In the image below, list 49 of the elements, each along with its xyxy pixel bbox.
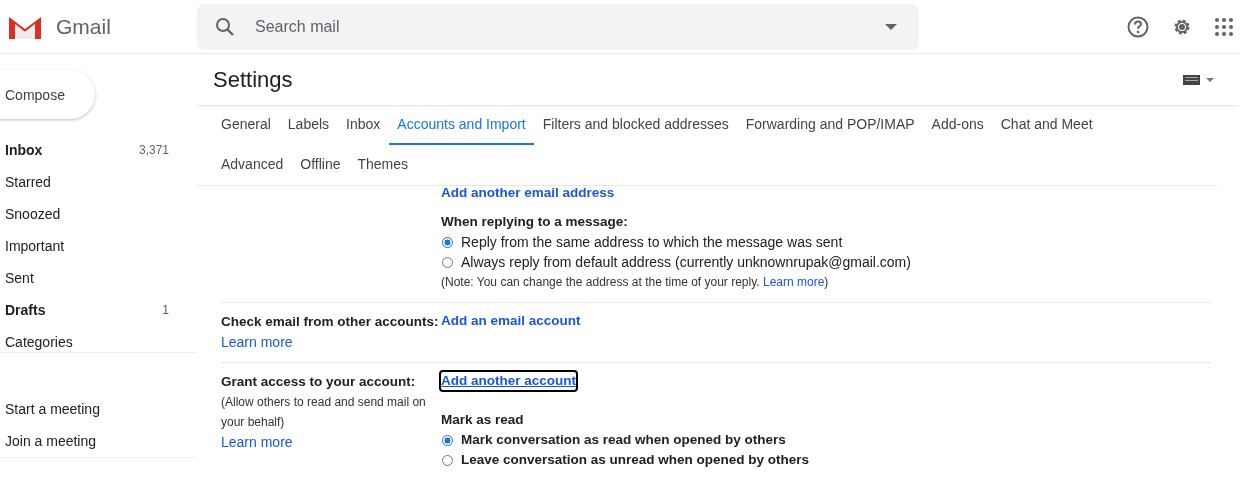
settings-tab[interactable]: Advanced xyxy=(213,145,292,185)
keyboard-icon[interactable] xyxy=(1183,74,1200,85)
learn-more-link[interactable]: Learn more xyxy=(221,332,293,352)
settings-tab[interactable]: Chat and Meet xyxy=(992,105,1101,145)
settings-tab[interactable]: Offline xyxy=(292,145,349,185)
settings-tab[interactable]: Filters and blocked addresses xyxy=(534,105,737,145)
search-field[interactable]: Search mail xyxy=(253,16,867,37)
learn-more-link[interactable]: Learn more xyxy=(763,275,825,289)
sidebar-item[interactable]: Categories xyxy=(0,326,197,352)
section-note: (Allow others to read and send mail on your behalf) xyxy=(221,394,427,431)
learn-more-link[interactable]: Learn more xyxy=(221,432,293,452)
sidebar-item[interactable]: Inbox 3,371 xyxy=(0,134,197,166)
dropdown-caret-icon[interactable] xyxy=(885,23,897,30)
settings-tab[interactable]: Inbox xyxy=(338,105,389,145)
settings-tab[interactable]: General xyxy=(213,105,279,145)
option-heading: Mark as read xyxy=(441,411,525,429)
radio-button[interactable] xyxy=(442,434,453,446)
meet-item[interactable]: Join a meeting xyxy=(0,425,197,457)
option-label: Always reply from default address (currently unknownrupak@gmail.com) xyxy=(461,253,911,272)
meet-item[interactable]: Start a meeting xyxy=(0,393,197,425)
settings-tab[interactable]: Forwarding and POP/IMAP xyxy=(737,105,923,145)
option-label: Reply from the same address to which the message was sent xyxy=(461,233,843,252)
compose-button[interactable]: Compose xyxy=(0,70,95,119)
option-label: Leave conversation as unread when opened by others xyxy=(461,451,810,469)
option-label: Mark conversation as read when opened by others xyxy=(461,431,786,449)
sidebar-item[interactable]: Drafts 1 xyxy=(0,294,197,326)
app-name: Gmail xyxy=(56,14,111,39)
search-icon xyxy=(215,16,235,37)
radio-button[interactable] xyxy=(442,236,453,248)
sidebar-item[interactable]: Important xyxy=(0,230,197,262)
section-label: Grant access to your account: xyxy=(221,373,417,391)
section-label: Check email from other accounts: xyxy=(221,313,440,331)
add-account-link[interactable]: Add another email address xyxy=(441,186,615,202)
search-bar[interactable]: Search mail xyxy=(197,3,919,50)
sidebar-item[interactable]: Snoozed xyxy=(0,198,197,230)
dropdown-caret-icon[interactable] xyxy=(1206,77,1214,82)
sidebar-item[interactable]: Sent xyxy=(0,262,197,294)
help-icon[interactable] xyxy=(1127,15,1149,38)
add-account-link[interactable]: Add another account xyxy=(441,372,576,390)
settings-tab[interactable]: Accounts and Import xyxy=(389,105,534,145)
settings-tab[interactable]: Labels xyxy=(279,105,338,145)
note-text: (Note: You can change the address at the time of your reply. Learn more) xyxy=(441,274,830,291)
apps-grid-icon[interactable] xyxy=(1215,17,1233,36)
settings-tab[interactable]: Add-ons xyxy=(923,105,992,145)
sidebar-item[interactable]: Starred xyxy=(0,166,197,198)
settings-tab[interactable]: Themes xyxy=(349,145,417,185)
add-account-link[interactable]: Add an email account xyxy=(441,312,581,330)
page-title: Settings xyxy=(213,66,293,93)
option-heading: When replying to a message: xyxy=(441,213,629,231)
